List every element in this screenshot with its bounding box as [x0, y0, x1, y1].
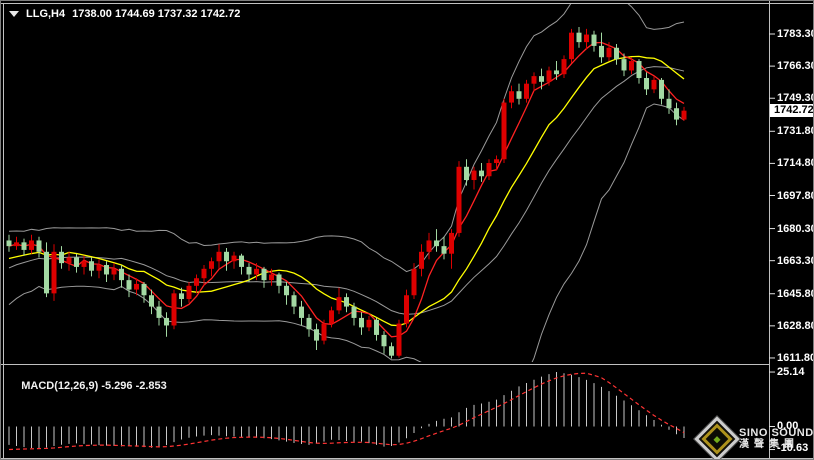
- price-tick-label: 1645.80: [777, 288, 814, 300]
- price-tick-label: 1714.80: [777, 157, 814, 169]
- symbol-period-label: LLG,H4: [26, 8, 65, 20]
- candles-layer: [7, 27, 687, 359]
- ma-fast-line: [9, 43, 684, 337]
- watermark-english: SINO SOUND: [739, 428, 814, 440]
- price-tick-label: 1731.80: [777, 125, 814, 137]
- bollinger-bands: [9, 1, 684, 392]
- ma-slow-line: [9, 56, 684, 325]
- broker-watermark: SINO SOUND 漢聲集團: [701, 420, 813, 458]
- sino-sound-logo-icon: [694, 416, 739, 460]
- ohlc-values: 1738.00 1744.69 1737.32 1742.72: [72, 8, 240, 20]
- price-tick-label: 1628.80: [777, 320, 814, 332]
- price-tick-label: 1783.30: [777, 28, 814, 40]
- macd-name: MACD(12,26,9): [21, 380, 98, 392]
- price-tick-label: 1766.30: [777, 60, 814, 72]
- price-tick-label: 1663.30: [777, 255, 814, 267]
- price-axis[interactable]: 1783.30 1766.30 1749.30 1731.80 1714.80 1697.…: [770, 1, 814, 460]
- macd-indicator-label: MACD(12,26,9) -5.296 -2.853: [9, 368, 167, 404]
- watermark-chinese: 漢聲集團: [739, 440, 814, 451]
- price-tick-label: 1680.30: [777, 223, 814, 235]
- symbol-dropdown-icon[interactable]: [9, 11, 19, 17]
- price-tick-label: 1611.80: [777, 352, 814, 364]
- price-tick-label: 1749.30: [777, 92, 814, 104]
- price-tick-label: 1697.80: [777, 190, 814, 202]
- chart-title: LLG,H4 1738.00 1744.69 1737.32 1742.72: [9, 8, 240, 20]
- macd-main-value: -5.296: [101, 380, 132, 392]
- last-price-label: 1742.72: [770, 104, 814, 117]
- macd-signal-value: -2.853: [136, 380, 167, 392]
- chart-window: LLG,H4 1738.00 1744.69 1737.32 1742.72 MA…: [0, 0, 814, 460]
